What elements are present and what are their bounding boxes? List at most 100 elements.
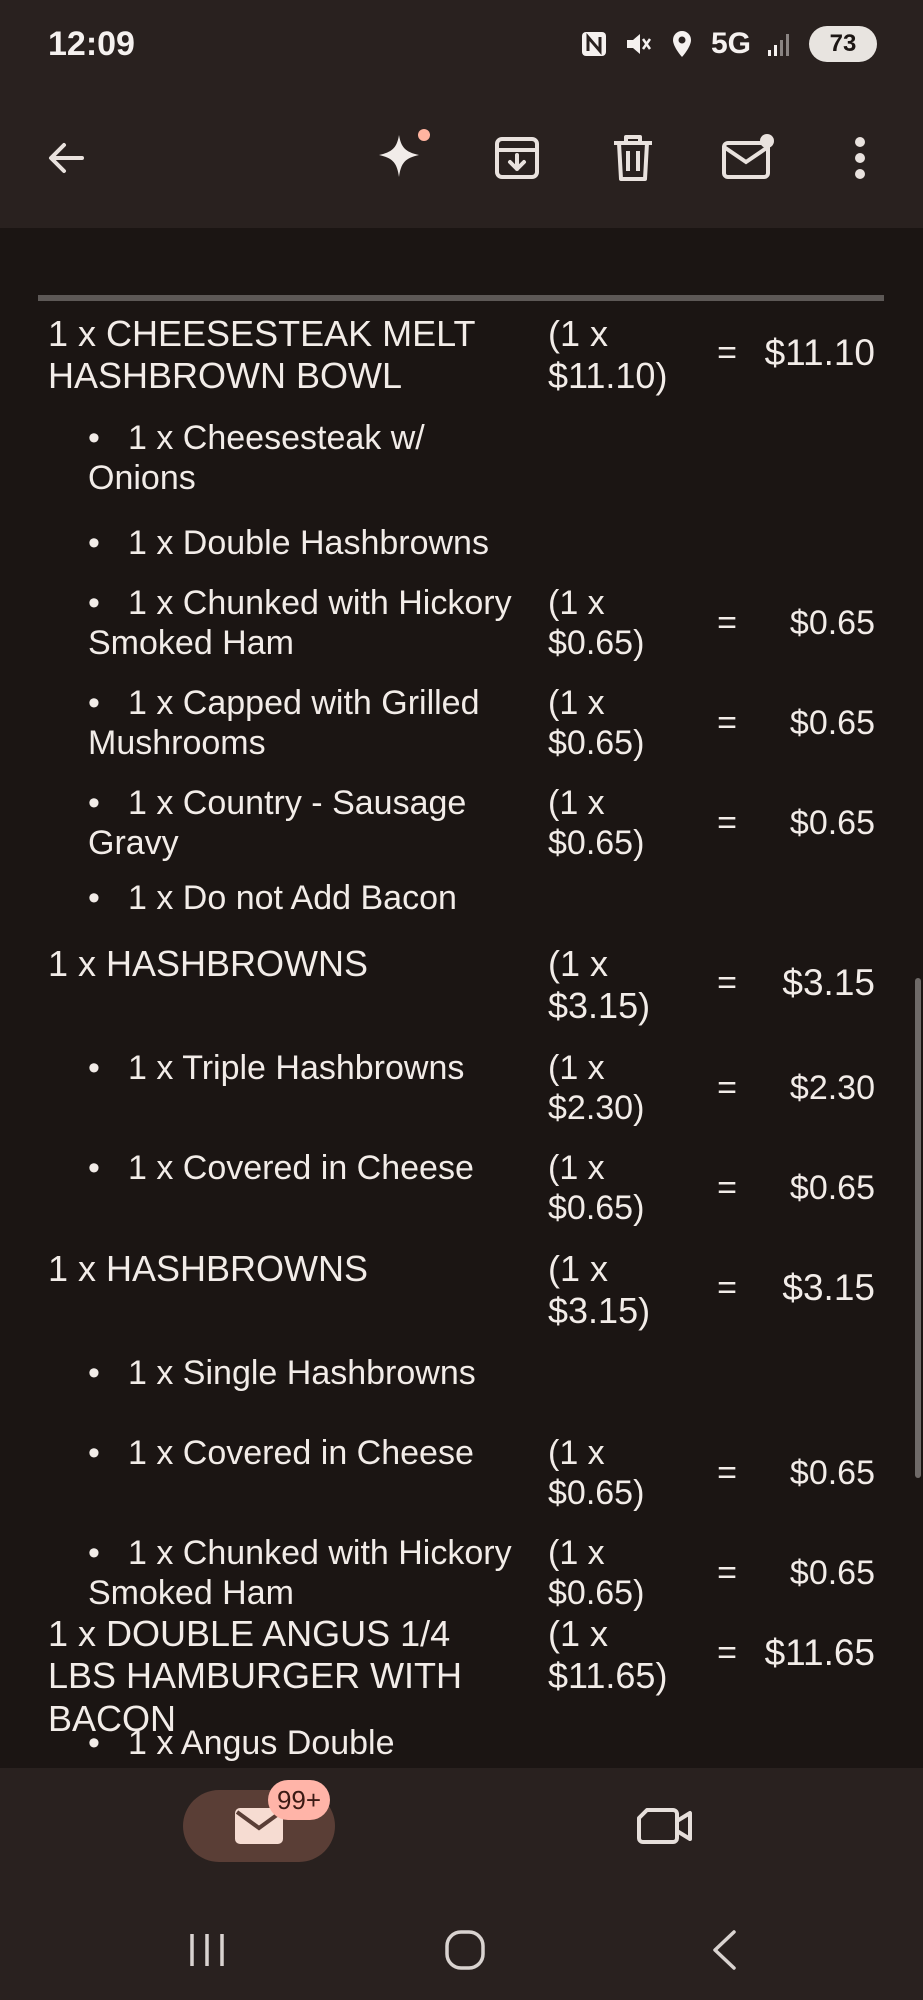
item-price: $2.30 — [789, 1069, 875, 1107]
item-description-text: 1 x HASHBROWNS — [48, 1248, 369, 1289]
network-label: 5G — [710, 27, 751, 60]
mute-icon — [626, 34, 651, 54]
item-description: • 1 x Do not Add Bacon — [88, 878, 528, 918]
item-unit-calc: (1 x $2.30) — [548, 1049, 645, 1128]
item-description: • 1 x Country - Sausage Gravy — [88, 783, 528, 863]
video-meet-icon — [637, 1808, 692, 1844]
archive-button[interactable] — [485, 126, 549, 190]
item-description: 1 x DOUBLE ANGUS 1/4 LBS HAMBURGER WITH … — [48, 1613, 528, 1740]
item-price: $3.15 — [782, 962, 875, 1003]
item-description-text: 1 x Angus Double Cheeseburger — [88, 1724, 395, 1768]
equals-sign: = — [717, 1634, 737, 1672]
item-description-text: 1 x Country - Sausage Gravy — [88, 784, 467, 863]
item-description: 1 x HASHBROWNS — [48, 943, 528, 985]
item-description: 1 x CHEESESTEAK MELT HASHBROWN BOWL — [48, 313, 528, 398]
item-unit-calc: (1 x $0.65) — [548, 584, 645, 663]
back-arrow-icon — [49, 143, 84, 173]
item-description: • 1 x Single Hashbrowns — [88, 1353, 528, 1393]
equals-sign: = — [717, 1169, 737, 1207]
item-description-text: 1 x CHEESESTEAK MELT HASHBROWN BOWL — [48, 313, 475, 397]
status-bar: 12:09 5G 73 — [0, 0, 923, 88]
sparkle-icon — [379, 129, 430, 177]
meet-tab[interactable] — [630, 1794, 700, 1858]
equals-sign: = — [717, 1269, 737, 1307]
item-description-text: 1 x Triple Hashbrowns — [128, 1049, 465, 1087]
delete-button[interactable] — [601, 126, 665, 190]
equals-sign: = — [717, 804, 737, 842]
item-unit-calc: (1 x $0.65) — [548, 1434, 645, 1513]
item-description-text: 1 x HASHBROWNS — [48, 943, 369, 984]
item-price: $11.65 — [764, 1632, 875, 1673]
equals-sign: = — [717, 334, 737, 372]
system-back-key[interactable] — [684, 1920, 764, 1980]
item-unit-calc: (1 x $11.65) — [548, 1613, 668, 1697]
item-price: $0.65 — [789, 1169, 875, 1207]
status-time: 12:09 — [48, 24, 135, 63]
home-key[interactable] — [425, 1920, 505, 1980]
back-button[interactable] — [34, 126, 98, 190]
item-price: $11.10 — [764, 332, 875, 373]
item-description-text: 1 x Double Hashbrowns — [128, 524, 489, 562]
signal-icon — [768, 34, 789, 56]
item-price: $0.65 — [789, 804, 875, 842]
item-description: • 1 x Triple Hashbrowns — [88, 1048, 528, 1088]
item-price: $0.65 — [789, 604, 875, 642]
item-description: • 1 x Covered in Cheese — [88, 1433, 528, 1473]
item-description-text: 1 x Cheesesteak w/ Onions — [88, 419, 425, 498]
item-description: 1 x HASHBROWNS — [48, 1248, 528, 1290]
bullet-icon: • — [88, 1434, 100, 1472]
item-description-text: 1 x Covered in Cheese — [128, 1149, 474, 1187]
trash-icon — [614, 135, 652, 181]
item-description: • 1 x Double Hashbrowns — [88, 523, 528, 563]
bullet-icon: • — [88, 584, 100, 622]
item-price: $0.65 — [789, 1554, 875, 1592]
equals-sign: = — [717, 604, 737, 642]
item-unit-calc: (1 x $3.15) — [548, 1248, 651, 1332]
equals-sign: = — [717, 704, 737, 742]
more-options-button[interactable] — [828, 126, 892, 190]
item-price: $3.15 — [782, 1267, 875, 1308]
item-price: $0.65 — [789, 704, 875, 742]
bullet-icon: • — [88, 1149, 100, 1187]
item-description-text: 1 x Chunked with Hickory Smoked Ham — [88, 1534, 512, 1613]
item-description: • 1 x Capped with Grilled Mushrooms — [88, 683, 528, 763]
item-unit-calc: (1 x $3.15) — [548, 943, 651, 1027]
equals-sign: = — [717, 1069, 737, 1107]
item-description-text: 1 x DOUBLE ANGUS 1/4 LBS HAMBURGER WITH … — [48, 1613, 463, 1739]
item-unit-calc: (1 x $0.65) — [548, 1149, 645, 1228]
item-description: • 1 x Chunked with Hickory Smoked Ham — [88, 583, 528, 663]
bullet-icon: • — [88, 1049, 100, 1087]
item-description-text: 1 x Chunked with Hickory Smoked Ham — [88, 584, 512, 663]
bullet-icon: • — [88, 419, 100, 457]
item-description: • 1 x Chunked with Hickory Smoked Ham — [88, 1533, 528, 1613]
item-description: • 1 x Covered in Cheese — [88, 1148, 528, 1188]
item-description: • 1 x Cheesesteak w/ Onions — [88, 418, 528, 498]
location-icon — [672, 31, 691, 57]
mark-unread-icon — [722, 134, 774, 179]
item-description-text: 1 x Capped with Grilled Mushrooms — [88, 684, 480, 763]
bullet-icon: • — [88, 1534, 100, 1572]
item-price: $0.65 — [789, 1454, 875, 1492]
mark-unread-button[interactable] — [716, 126, 780, 190]
equals-sign: = — [717, 1554, 737, 1592]
equals-sign: = — [717, 964, 737, 1002]
item-description: •1 x Angus Double Cheeseburger — [88, 1723, 528, 1768]
system-back-icon — [713, 1930, 736, 1970]
more-vert-icon — [855, 137, 865, 179]
item-description-text: 1 x Single Hashbrowns — [128, 1354, 476, 1392]
item-description-text: 1 x Do not Add Bacon — [128, 879, 457, 917]
unread-badge: 99+ — [268, 1780, 330, 1820]
divider — [38, 295, 884, 301]
email-body[interactable]: 1 x CHEESESTEAK MELT HASHBROWN BOWL (1 x … — [0, 228, 923, 1768]
battery-indicator: 73 — [809, 26, 877, 62]
item-unit-calc: (1 x $0.65) — [548, 1534, 645, 1613]
archive-icon — [495, 137, 539, 179]
bullet-icon: • — [88, 1724, 100, 1762]
bullet-icon: • — [88, 1354, 100, 1392]
item-description-text: 1 x Covered in Cheese — [128, 1434, 474, 1472]
recents-key[interactable] — [167, 1920, 247, 1980]
scrollbar[interactable] — [915, 978, 921, 1478]
gemini-button[interactable] — [370, 126, 434, 190]
bullet-icon: • — [88, 524, 100, 562]
nfc-icon — [581, 32, 606, 56]
